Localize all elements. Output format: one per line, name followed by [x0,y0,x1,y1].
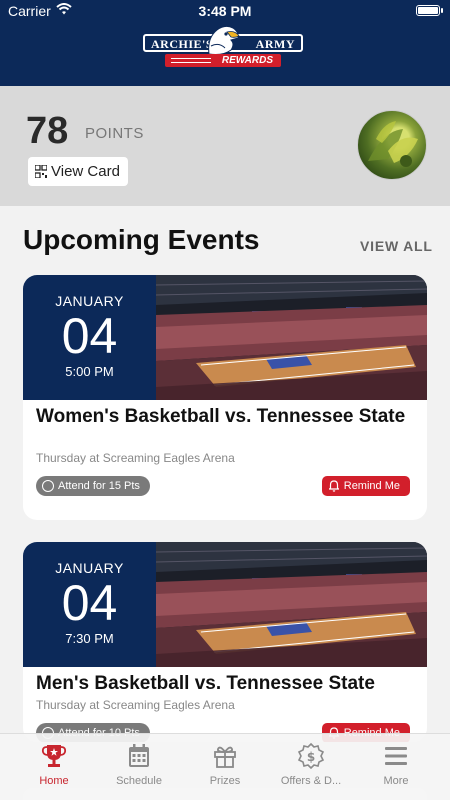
event-day: 04 [61,575,118,631]
bottom-tab-bar: Home Schedule Prizes $ Offers & D... Mor… [0,733,450,800]
profile-avatar[interactable] [357,110,427,180]
logo-text-right: ARMY [255,37,295,51]
tab-more-label: More [383,775,409,787]
svg-text:$: $ [307,750,315,764]
arena-photo [156,275,427,400]
logo-text-left: ARCHIE'S [151,37,214,51]
logo-rewards-ribbon: REWARDS [165,54,281,67]
event-card[interactable]: JANUARY 04 7:30 PM Men's Basketball vs. … [23,542,427,742]
event-venue: Thursday at Screaming Eagles Arena [36,451,235,465]
trophy-icon [41,745,67,767]
attend-points-label: Attend for 15 Pts [58,480,140,492]
remind-me-label: Remind Me [343,480,400,492]
points-panel: 78 POINTS View Card [0,86,450,206]
menu-icon [385,747,407,765]
archies-army-logo: ARCHIE'S ARMY REWARDS [143,24,303,70]
check-circle-icon [42,480,54,492]
tab-home-label: Home [39,775,69,787]
clock: 3:48 PM [198,3,252,19]
event-date-box: JANUARY 04 7:30 PM [23,542,156,667]
points-label: POINTS [85,125,144,142]
event-day: 04 [61,308,118,364]
status-bar: Carrier 3:48 PM [0,0,450,22]
view-all-link[interactable]: VIEW ALL [360,238,433,254]
tab-prizes-label: Prizes [209,775,241,787]
tab-prizes[interactable]: Prizes [180,734,270,800]
dollar-badge-icon: $ [297,742,325,770]
attend-points-badge: Attend for 15 Pts [36,476,150,496]
app-header: Carrier 3:48 PM ARCHIE'S ARMY REWARDS [0,0,450,86]
remind-me-button[interactable]: Remind Me [321,476,410,496]
tab-more[interactable]: More [351,734,441,800]
view-card-button[interactable]: View Card [28,157,128,186]
view-card-label: View Card [51,163,120,180]
arena-photo [156,542,427,667]
gift-icon [214,746,236,768]
event-time: 5:00 PM [65,364,114,379]
tab-home[interactable]: Home [9,734,99,800]
qr-code-icon [35,165,47,178]
avatar-photo [368,121,418,167]
bell-icon [328,480,339,492]
event-title: Men's Basketball vs. Tennessee State [36,673,375,694]
calendar-icon [129,744,149,767]
tab-schedule-label: Schedule [116,775,162,787]
event-venue: Thursday at Screaming Eagles Arena [36,698,235,712]
event-card[interactable]: JANUARY 04 5:00 PM Women's Basketball vs… [23,275,427,520]
battery-icon [416,5,443,16]
event-date-box: JANUARY 04 5:00 PM [23,275,156,400]
points-value: 78 [26,110,69,152]
logo-rewards-text: REWARDS [221,55,273,66]
event-title: Women's Basketball vs. Tennessee State [36,406,406,427]
tab-offers[interactable]: $ Offers & D... [266,734,356,800]
event-time: 7:30 PM [65,631,114,646]
eagle-icon [208,25,240,55]
tab-schedule[interactable]: Schedule [94,734,184,800]
tab-offers-label: Offers & D... [280,775,342,787]
upcoming-events-heading: Upcoming Events [23,224,260,255]
